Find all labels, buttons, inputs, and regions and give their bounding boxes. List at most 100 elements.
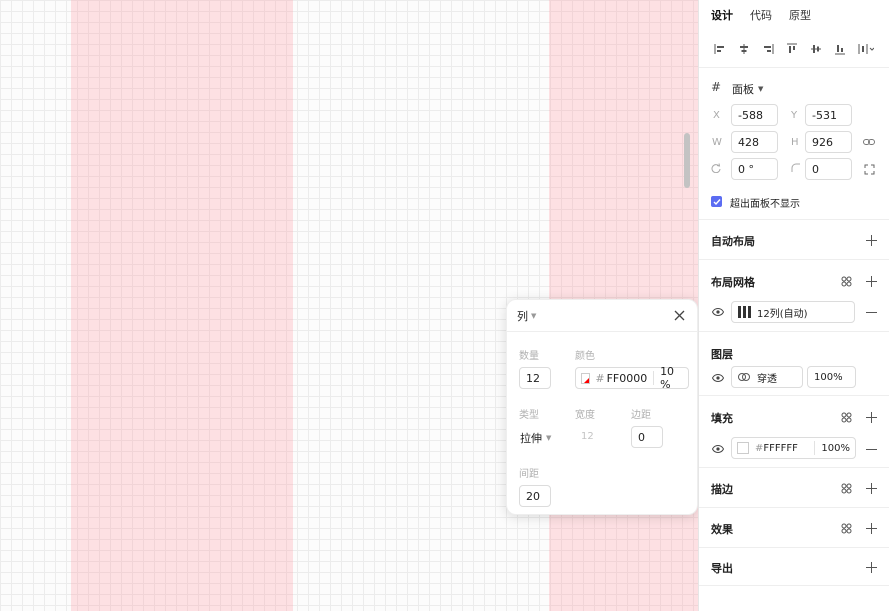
close-button[interactable] [671, 308, 687, 324]
margin-input[interactable]: 0 [631, 426, 663, 448]
grid-type-label: 列 [517, 309, 528, 323]
color-hash: # [595, 371, 605, 385]
styles-icon [841, 483, 851, 493]
add-export-button[interactable] [864, 560, 878, 574]
gutter-input[interactable]: 20 [519, 485, 551, 507]
canvas-scrollbar[interactable] [684, 133, 690, 188]
align-center-h-button[interactable] [734, 39, 754, 59]
rotation-icon [711, 163, 721, 176]
divider [814, 441, 816, 455]
expand-corners-icon [864, 164, 874, 174]
add-auto-layout-button[interactable] [864, 233, 878, 247]
auto-layout-title: 自动布局 [711, 235, 755, 248]
align-right-button[interactable] [758, 39, 778, 59]
tab-design[interactable]: 设计 [711, 7, 733, 23]
fill-opacity-value: 100% [821, 442, 850, 454]
clip-content-label: 超出面板不显示 [730, 199, 800, 210]
add-fill-button[interactable] [864, 410, 878, 424]
plus-icon [865, 482, 877, 494]
styles-icon [841, 412, 851, 422]
remove-fill-button[interactable] [864, 442, 878, 456]
effect-styles-button[interactable] [839, 521, 853, 535]
corner-radius-input[interactable]: 0 [805, 158, 852, 180]
count-input[interactable]: 12 [519, 367, 551, 389]
grid-type-dropdown[interactable]: 列 ▼ [517, 308, 536, 324]
fill-styles-button[interactable] [839, 410, 853, 424]
x-input[interactable]: -588 [731, 104, 778, 126]
width-label: 宽度 [575, 410, 595, 421]
toggle-grid-visibility-button[interactable] [711, 305, 725, 319]
color-swatch[interactable] [581, 372, 591, 384]
toggle-layer-visibility-button[interactable] [711, 371, 725, 385]
align-center-horizontal-icon [740, 43, 748, 54]
x-label: X [713, 110, 720, 121]
effects-title: 效果 [711, 523, 733, 536]
grid-styles-button[interactable] [839, 274, 853, 288]
color-input[interactable]: # FF0000 10 % [575, 365, 689, 391]
type-dropdown[interactable]: 拉伸 ▼ [520, 430, 551, 446]
plus-icon [865, 561, 877, 573]
align-top-button[interactable] [782, 39, 802, 59]
independent-corners-button[interactable] [862, 162, 876, 176]
align-left-button[interactable] [710, 39, 730, 59]
design-panel: 设计 代码 原型 # 面板 ▼ X -588 Y -531 W 428 H 92… [698, 0, 889, 611]
remove-layout-grid-button[interactable] [864, 305, 878, 319]
fill-hash: # [755, 442, 764, 454]
tab-prototype[interactable]: 原型 [789, 7, 811, 23]
layer-opacity-input[interactable]: 100% [807, 366, 856, 388]
frame-type-dropdown[interactable]: 面板 ▼ [732, 81, 763, 97]
link-icon [863, 139, 875, 145]
toggle-fill-visibility-button[interactable] [711, 442, 725, 456]
stroke-title: 描边 [711, 483, 733, 496]
fill-color-input[interactable]: # FFFFFF 100% [731, 437, 856, 459]
gutter-value: 20 [526, 489, 540, 503]
layout-grid-item[interactable]: 12列(自动) [731, 301, 855, 323]
y-input[interactable]: -531 [805, 104, 852, 126]
constrain-proportions-button[interactable] [862, 135, 876, 149]
canvas[interactable]: 列 ▼ 数量 12 颜色 # FF0000 10 % 类型 拉伸 ▼ 宽度 12… [0, 0, 698, 611]
frame-section: # 面板 ▼ X -588 Y -531 W 428 H 926 0 ° 0 超… [699, 69, 889, 220]
blend-mode-dropdown[interactable]: 穿透 [731, 366, 803, 388]
add-effect-button[interactable] [864, 521, 878, 535]
margin-label: 边距 [631, 410, 651, 421]
plus-icon [865, 522, 877, 534]
fill-section: 填充 # FFFFFF 100% [699, 396, 889, 468]
divider [653, 371, 655, 385]
layer-section: 图层 穿透 100% [699, 332, 889, 396]
align-center-vertical-icon [811, 44, 821, 53]
align-bottom-button[interactable] [830, 39, 850, 59]
add-layout-grid-button[interactable] [864, 274, 878, 288]
align-middle-button[interactable] [806, 39, 826, 59]
frame-icon: # [711, 80, 722, 94]
count-value: 12 [526, 371, 540, 385]
fill-hex-value: FFFFFF [763, 442, 798, 454]
check-icon [713, 198, 721, 205]
minus-icon [865, 311, 877, 313]
stroke-styles-button[interactable] [839, 481, 853, 495]
fill-color-swatch[interactable] [737, 442, 749, 454]
layout-grid-value: 12列(自动) [757, 308, 808, 320]
eye-icon [712, 374, 724, 382]
width-input[interactable]: 428 [731, 131, 778, 153]
blend-mode-value: 穿透 [757, 373, 777, 385]
height-value: 926 [812, 135, 833, 149]
color-hex-value: FF0000 [606, 371, 648, 385]
corner-radius-icon [791, 163, 801, 176]
count-label: 数量 [519, 351, 539, 362]
gutter-label: 间距 [519, 469, 539, 480]
close-icon [674, 310, 684, 321]
export-title: 导出 [711, 562, 733, 575]
fill-title: 填充 [711, 412, 733, 425]
h-label: H [791, 137, 799, 148]
distribute-button[interactable] [854, 39, 878, 59]
align-left-icon [714, 43, 724, 54]
tab-code[interactable]: 代码 [750, 7, 772, 23]
add-stroke-button[interactable] [864, 481, 878, 495]
type-label: 类型 [519, 410, 539, 421]
type-value: 拉伸 [520, 432, 542, 445]
auto-layout-section: 自动布局 [699, 220, 889, 260]
height-input[interactable]: 926 [805, 131, 852, 153]
rotation-input[interactable]: 0 ° [731, 158, 778, 180]
clip-content-checkbox[interactable] [711, 196, 722, 207]
color-label: 颜色 [575, 351, 595, 362]
